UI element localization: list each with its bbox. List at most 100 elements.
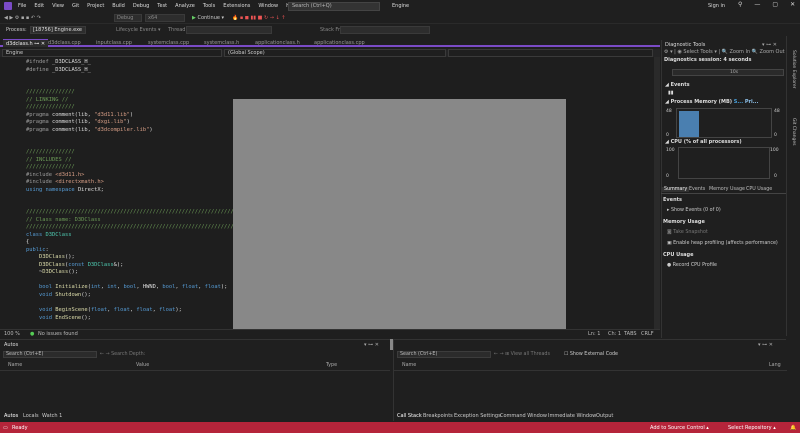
menu-item-debug[interactable]: Debug <box>133 3 149 9</box>
cpu-graph[interactable] <box>678 147 770 179</box>
autos-col-type[interactable]: Type <box>326 363 337 368</box>
sign-in-link[interactable]: Sign in <box>708 3 725 9</box>
events-section-title: Events <box>663 197 682 203</box>
menu-item-test[interactable]: Test <box>157 3 167 9</box>
menu-item-tools[interactable]: Tools <box>203 3 215 9</box>
process-select[interactable]: [18756] Engine.exe <box>30 26 86 34</box>
minimize-icon[interactable]: — <box>754 1 760 8</box>
memory-header-label: Process Memory (MB) <box>670 99 733 105</box>
callstack-search-input[interactable]: Search (Ctrl+E) <box>397 351 491 358</box>
autos-search-input[interactable]: Search (Ctrl+E) <box>3 351 97 358</box>
config-select[interactable]: Debug <box>114 14 142 22</box>
tab-watch-1[interactable]: Watch 1 <box>42 413 62 419</box>
select-repository[interactable]: Select Repository ▴ <box>728 425 776 431</box>
code-token: ~ <box>26 269 43 276</box>
timeline-ruler[interactable] <box>672 69 784 76</box>
tab-d3dclass-h[interactable]: d3dclass.h ⊶ ✕ <box>3 39 49 47</box>
menu-item-git[interactable]: Git <box>72 3 79 9</box>
code-token: public <box>26 246 46 253</box>
continue-button[interactable]: ▶ Continue ▾ <box>192 14 224 22</box>
account-icon[interactable]: ⚲ <box>738 1 742 8</box>
code-token: (); <box>64 254 75 261</box>
tab-autos[interactable]: Autos <box>4 413 18 419</box>
pin-icon[interactable]: ⊶ ✕ <box>34 41 45 47</box>
tab-cpu-usage[interactable]: CPU Usage <box>746 187 772 192</box>
tab-locals[interactable]: Locals <box>23 413 39 419</box>
autos-col-name[interactable]: Name <box>8 363 22 368</box>
tab-memory-usage[interactable]: Memory Usage <box>709 187 745 192</box>
callstack-panel-controls[interactable]: ▾ ⊶ ✕ <box>758 342 773 348</box>
zoom-level[interactable]: 100 % <box>4 331 20 337</box>
lifecycle-events-button[interactable]: Lifecycle Events ▾ <box>116 26 161 34</box>
platform-select[interactable]: x64 <box>145 14 185 22</box>
show-external-code-toggle[interactable]: ☐ Show External Code <box>564 352 618 357</box>
code-token: <directxmath.h> <box>55 179 104 186</box>
debug-controls[interactable]: 🔥 ▪ ◼ ▮▮ ■ ↻ → ↓ ↑ <box>232 14 285 22</box>
cpu-header-label: CPU (% of all processors) <box>670 139 742 145</box>
tab-exception-settings[interactable]: Exception Settings <box>454 413 501 419</box>
tab-immediate-window[interactable]: Immediate Window <box>548 413 596 419</box>
menu-item-extensions[interactable]: Extensions <box>223 3 250 9</box>
callstack-col-lang[interactable]: Lang <box>769 363 781 368</box>
autos-col-value[interactable]: Value <box>136 363 149 368</box>
editor-scrollbar[interactable] <box>654 57 660 329</box>
view-threads-button[interactable]: ← → ⊞ View all Threads <box>494 352 550 357</box>
scope-select[interactable]: (Global Scope) <box>224 49 446 57</box>
code-token: ) <box>149 126 153 133</box>
menu-item-view[interactable]: View <box>52 3 64 9</box>
search-input[interactable]: Search (Ctrl+Q) <box>288 2 380 11</box>
maximize-icon[interactable]: ▢ <box>772 1 778 8</box>
enable-heap-label: Enable heap profiling (affects performan… <box>673 241 778 246</box>
continue-label: Continue ▾ <box>197 15 225 21</box>
search-depth[interactable]: ← → Search Depth: <box>100 352 145 357</box>
add-to-source-control[interactable]: Add to Source Control ▴ <box>650 425 709 431</box>
diag-toolbar[interactable]: ⚙ ▾ | ◉ Select Tools ▾ | 🔍 Zoom In 🔍 Zoo… <box>664 49 785 55</box>
show-events-item[interactable]: ▸ Show Events (0 of 0) <box>667 208 721 213</box>
memory-graph-area <box>679 111 699 137</box>
member-select[interactable] <box>448 49 653 57</box>
tab-applicationclass-cpp[interactable]: applicationclass.cpp <box>314 39 365 47</box>
record-cpu-button[interactable]: ● Record CPU Profile <box>667 263 717 268</box>
menu-item-project[interactable]: Project <box>87 3 104 9</box>
tab-d3dclass-cpp[interactable]: d3dclass.cpp <box>48 39 81 47</box>
autos-panel-controls[interactable]: ▾ ⊶ ✕ <box>364 342 379 348</box>
tab-summary[interactable]: Summary <box>662 187 690 192</box>
menu-item-build[interactable]: Build <box>112 3 125 9</box>
tab-events[interactable]: Events <box>689 187 705 192</box>
back-icon[interactable]: ◀ ▶ ⚙ ▪ ▪ ↶ ↷ <box>4 14 41 22</box>
callstack-col-name[interactable]: Name <box>402 363 416 368</box>
session-label: Diagnostics session: 4 seconds <box>664 57 752 63</box>
menu-item-edit[interactable]: Edit <box>34 3 44 9</box>
menu-item-analyze[interactable]: Analyze <box>175 3 195 9</box>
panel-controls-icon[interactable]: ▾ ⊶ ✕ <box>762 42 777 48</box>
tab-output[interactable]: Output <box>596 413 613 419</box>
issues-status[interactable]: No issues found <box>38 331 78 337</box>
eol-indicator[interactable]: CRLF <box>641 331 654 337</box>
stack-frame-select[interactable] <box>340 26 430 34</box>
close-icon[interactable]: ✕ <box>790 1 795 8</box>
line-number[interactable]: Ln: 1 <box>588 331 600 337</box>
tabs-indicator[interactable]: TABS <box>624 331 637 337</box>
git-changes-tab[interactable]: Git Changes <box>791 118 796 146</box>
tab-applicationclass-h[interactable]: applicationclass.h <box>255 39 300 47</box>
menu-item-window[interactable]: Window <box>258 3 278 9</box>
take-snapshot-button[interactable]: ◙ Take Snapshot <box>667 230 708 235</box>
enable-heap-button[interactable]: ▣ Enable heap profiling (affects perform… <box>667 241 778 246</box>
tab-breakpoints[interactable]: Breakpoints <box>423 413 453 419</box>
tab-command-window[interactable]: Command Window <box>500 413 547 419</box>
call-stack-panel: Search (Ctrl+E) ← → ⊞ View all Threads ☐… <box>393 339 787 421</box>
code-token: float <box>204 284 221 291</box>
tab-call-stack[interactable]: Call Stack <box>397 413 422 419</box>
tab-inputclass-cpp[interactable]: inputclass.cpp <box>96 39 132 47</box>
menu-item-file[interactable]: File <box>18 3 26 9</box>
solution-explorer-tab[interactable]: Solution Explorer <box>791 50 796 89</box>
column-number[interactable]: Ch: 1 <box>608 331 621 337</box>
project-select[interactable]: Engine <box>2 49 222 57</box>
tab-systemclass-h[interactable]: systemclass.h <box>204 39 239 47</box>
thread-select[interactable] <box>186 26 272 34</box>
notification-icon[interactable]: 🔔 <box>790 425 796 431</box>
memory-graph[interactable] <box>676 108 772 138</box>
tab-systemclass-cpp[interactable]: systemclass.cpp <box>148 39 189 47</box>
